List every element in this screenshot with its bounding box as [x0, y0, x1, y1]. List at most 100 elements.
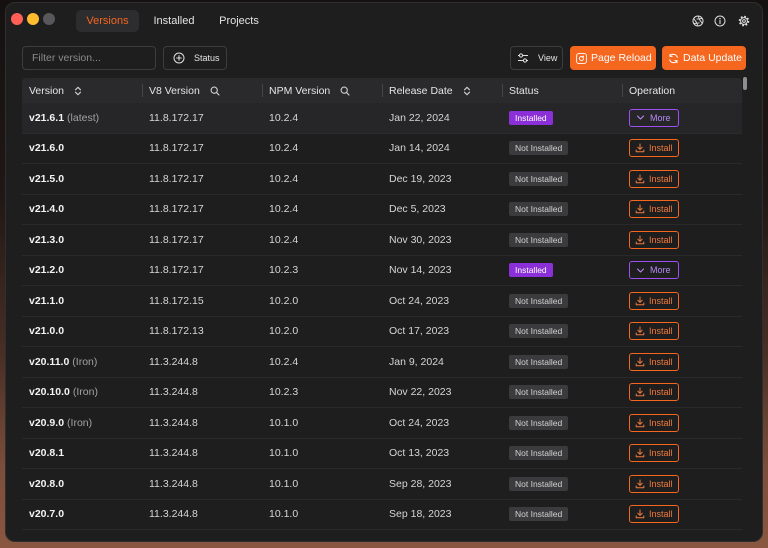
- status-cell: Not Installed: [502, 164, 622, 194]
- status-filter-button[interactable]: Status: [163, 46, 227, 70]
- v8-version-cell: 11.8.172.17: [142, 103, 262, 133]
- npm-version-cell: 10.1.0: [262, 408, 382, 438]
- minimize-window-button[interactable]: [27, 13, 39, 25]
- sort-icon[interactable]: [74, 86, 82, 96]
- table-row[interactable]: v20.11.0 (Iron) 11.3.244.8 10.2.4 Jan 9, 202…: [22, 347, 742, 378]
- version-tag: (Iron): [72, 386, 98, 399]
- v8-version-cell: 11.3.244.8: [142, 408, 262, 438]
- install-button[interactable]: Install: [629, 413, 679, 432]
- release-date-cell: Dec 5, 2023: [382, 195, 502, 225]
- search-icon[interactable]: [340, 86, 350, 96]
- version-cell: v21.4.0: [22, 195, 142, 225]
- status-cell: Not Installed: [502, 134, 622, 164]
- version-cell: v21.5.0: [22, 164, 142, 194]
- status-cell: Not Installed: [502, 469, 622, 499]
- table-row[interactable]: v20.9.0 (Iron) 11.3.244.8 10.1.0 Oct 24, 202…: [22, 408, 742, 439]
- version-number: v21.4.0: [29, 203, 65, 216]
- version-cell: v21.6.1 (latest): [22, 103, 142, 133]
- version-cell: v21.0.0: [22, 317, 142, 347]
- install-button[interactable]: Install: [629, 200, 679, 219]
- table-row[interactable]: v20.8.1 11.3.244.8 10.1.0 Oct 13, 2023 Not I…: [22, 439, 742, 469]
- npm-version: 10.2.4: [269, 172, 299, 185]
- release-date: Nov 30, 2023: [389, 233, 452, 246]
- release-date: Oct 13, 2023: [389, 447, 450, 460]
- npm-version: 10.2.0: [269, 325, 299, 338]
- table-row[interactable]: v21.6.0 11.8.172.17 10.2.4 Jan 14, 2024 Not …: [22, 134, 742, 164]
- zoom-window-button[interactable]: [43, 13, 55, 25]
- install-button[interactable]: Install: [629, 169, 679, 188]
- install-button[interactable]: Install: [629, 474, 679, 493]
- column-release-date[interactable]: Release Date: [382, 78, 502, 103]
- action-label: Install: [649, 356, 673, 367]
- install-button[interactable]: Install: [629, 352, 679, 371]
- table-row[interactable]: v21.2.0 11.8.172.17 10.2.3 Nov 14, 2023 Inst…: [22, 256, 742, 286]
- view-button[interactable]: View: [510, 46, 563, 70]
- tab-installed[interactable]: Installed: [144, 10, 204, 32]
- download-icon: [635, 418, 645, 428]
- status-cell: Not Installed: [502, 195, 622, 225]
- aperture-icon[interactable]: [692, 15, 704, 27]
- release-date: Jan 14, 2024: [389, 142, 450, 155]
- table-row[interactable]: v21.6.1 (latest) 11.8.172.17 10.2.4 Jan 22, …: [22, 103, 742, 134]
- status-cell: Not Installed: [502, 347, 622, 377]
- install-button[interactable]: Install: [629, 230, 679, 249]
- data-update-button[interactable]: Data Update: [662, 46, 746, 70]
- release-date: Nov 14, 2023: [389, 264, 452, 277]
- version-cell: v20.8.1: [22, 439, 142, 469]
- install-button[interactable]: Install: [629, 322, 679, 341]
- view-label: View: [538, 53, 558, 63]
- table-row[interactable]: v21.3.0 11.8.172.17 10.2.4 Nov 30, 2023 Not …: [22, 225, 742, 256]
- npm-version: 10.1.0: [269, 447, 299, 460]
- install-button[interactable]: Install: [629, 291, 679, 310]
- v8-version: 11.3.244.8: [149, 447, 198, 460]
- table-row[interactable]: v21.1.0 11.8.172.15 10.2.0 Oct 24, 2023 Not …: [22, 286, 742, 317]
- version-tag: (Iron): [72, 355, 98, 368]
- status-badge: Not Installed: [509, 446, 569, 461]
- column-v8-version[interactable]: V8 Version: [142, 78, 262, 103]
- operation-cell: Install: [622, 347, 742, 377]
- table-row[interactable]: v21.0.0 11.8.172.13 10.2.0 Oct 17, 2023 Not …: [22, 317, 742, 347]
- version-cell: v20.7.0: [22, 500, 142, 530]
- status-cell: Not Installed: [502, 225, 622, 255]
- npm-version: 10.2.3: [269, 386, 299, 399]
- search-icon[interactable]: [210, 86, 220, 96]
- action-label: Install: [649, 417, 673, 428]
- info-icon[interactable]: [714, 15, 726, 27]
- tab-projects[interactable]: Projects: [209, 10, 269, 32]
- tab-versions[interactable]: Versions: [76, 10, 139, 32]
- install-button[interactable]: Install: [629, 505, 679, 524]
- status-cell: Not Installed: [502, 317, 622, 347]
- table-row[interactable]: v21.5.0 11.8.172.17 10.2.4 Dec 19, 2023 Not …: [22, 164, 742, 195]
- table-row[interactable]: v20.7.0 11.3.244.8 10.1.0 Sep 18, 2023 Not I…: [22, 500, 742, 530]
- operation-cell: Install: [622, 225, 742, 255]
- close-window-button[interactable]: [11, 13, 23, 25]
- column-npm-version[interactable]: NPM Version: [262, 78, 382, 103]
- release-date: Dec 5, 2023: [389, 203, 446, 216]
- filter-version-input[interactable]: [22, 46, 156, 70]
- column-label: Release Date: [389, 84, 453, 97]
- npm-version: 10.2.4: [269, 233, 299, 246]
- more-button[interactable]: More: [629, 261, 679, 280]
- v8-version: 11.8.172.17: [149, 233, 204, 246]
- v8-version: 11.8.172.13: [149, 325, 204, 338]
- install-button[interactable]: Install: [629, 444, 679, 463]
- v8-version: 11.8.172.15: [149, 294, 204, 307]
- version-cell: v20.9.0 (Iron): [22, 408, 142, 438]
- table-row[interactable]: v20.8.0 11.3.244.8 10.1.0 Sep 28, 2023 Not I…: [22, 469, 742, 500]
- table-row[interactable]: v20.10.0 (Iron) 11.3.244.8 10.2.3 Nov 22, 20…: [22, 378, 742, 408]
- install-button[interactable]: Install: [629, 383, 679, 402]
- version-number: v20.7.0: [29, 508, 65, 521]
- release-date: Sep 18, 2023: [389, 508, 452, 521]
- more-button[interactable]: More: [629, 108, 679, 127]
- column-version[interactable]: Version: [22, 78, 142, 103]
- action-label: Install: [649, 509, 673, 520]
- table-scrollbar[interactable]: [743, 77, 747, 90]
- npm-version: 10.1.0: [269, 508, 299, 521]
- sort-icon[interactable]: [463, 86, 471, 96]
- release-date-cell: Sep 18, 2023: [382, 500, 502, 530]
- gear-icon[interactable]: [738, 15, 750, 27]
- table-row[interactable]: v21.4.0 11.8.172.17 10.2.4 Dec 5, 2023 Not I…: [22, 195, 742, 225]
- table-header: Version V8 Version NPM Version Release D…: [22, 78, 742, 103]
- page-reload-button[interactable]: Page Reload: [570, 46, 656, 70]
- install-button[interactable]: Install: [629, 139, 679, 158]
